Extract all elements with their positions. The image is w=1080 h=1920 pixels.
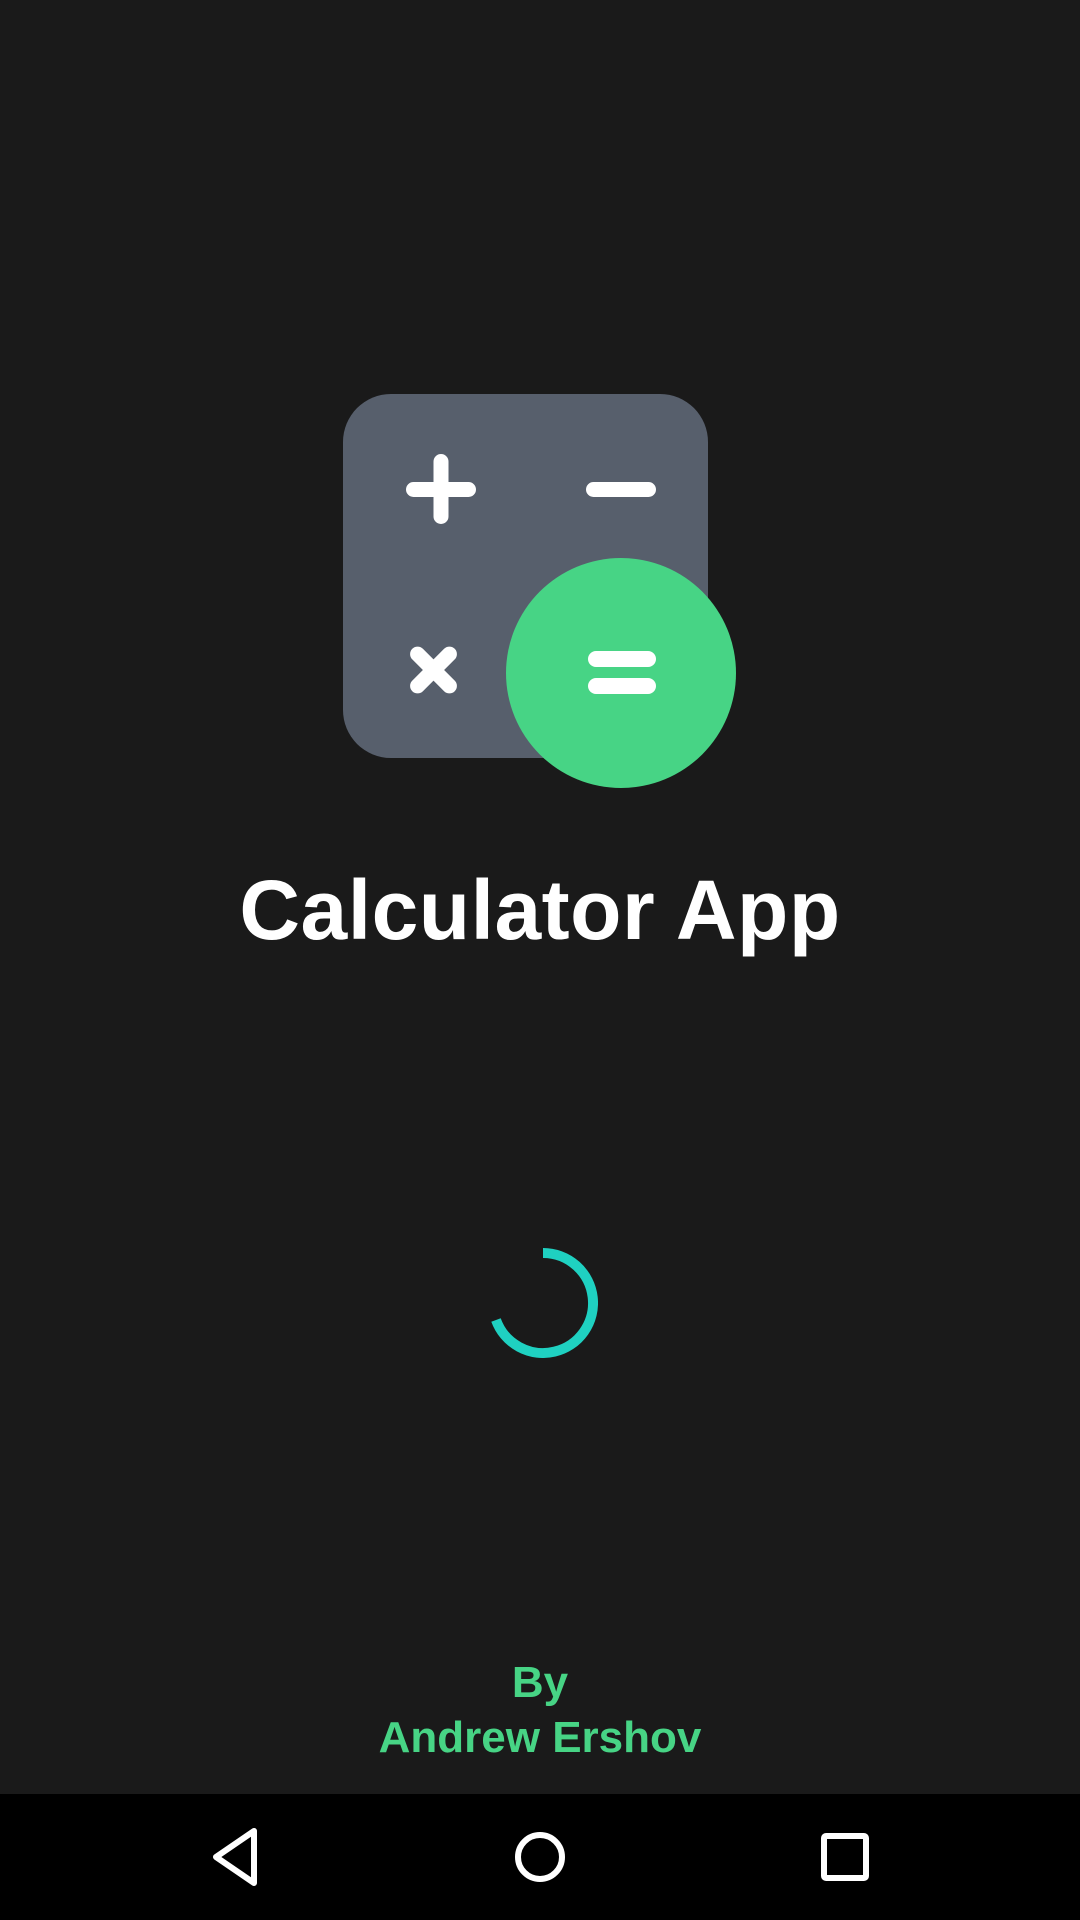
recents-button[interactable] <box>804 1817 884 1897</box>
calculator-app-icon <box>342 393 738 789</box>
back-triangle-icon <box>213 1828 257 1886</box>
home-button[interactable] <box>500 1817 580 1897</box>
author-name: Andrew Ershov <box>378 1713 702 1762</box>
author-by-label: By <box>511 1658 569 1707</box>
minus-icon <box>586 482 656 497</box>
equals-circle <box>506 558 736 788</box>
system-navigation-bar <box>0 1794 1080 1920</box>
loading-spinner-icon <box>488 1248 598 1358</box>
splash-screen: Calculator App By Andrew Ershov <box>0 0 1080 1920</box>
app-title: Calculator App <box>239 863 841 957</box>
recents-square-icon <box>821 1833 869 1881</box>
home-circle-icon <box>515 1832 565 1882</box>
back-button[interactable] <box>196 1817 276 1897</box>
author-credit: By Andrew Ershov <box>0 1655 1080 1765</box>
